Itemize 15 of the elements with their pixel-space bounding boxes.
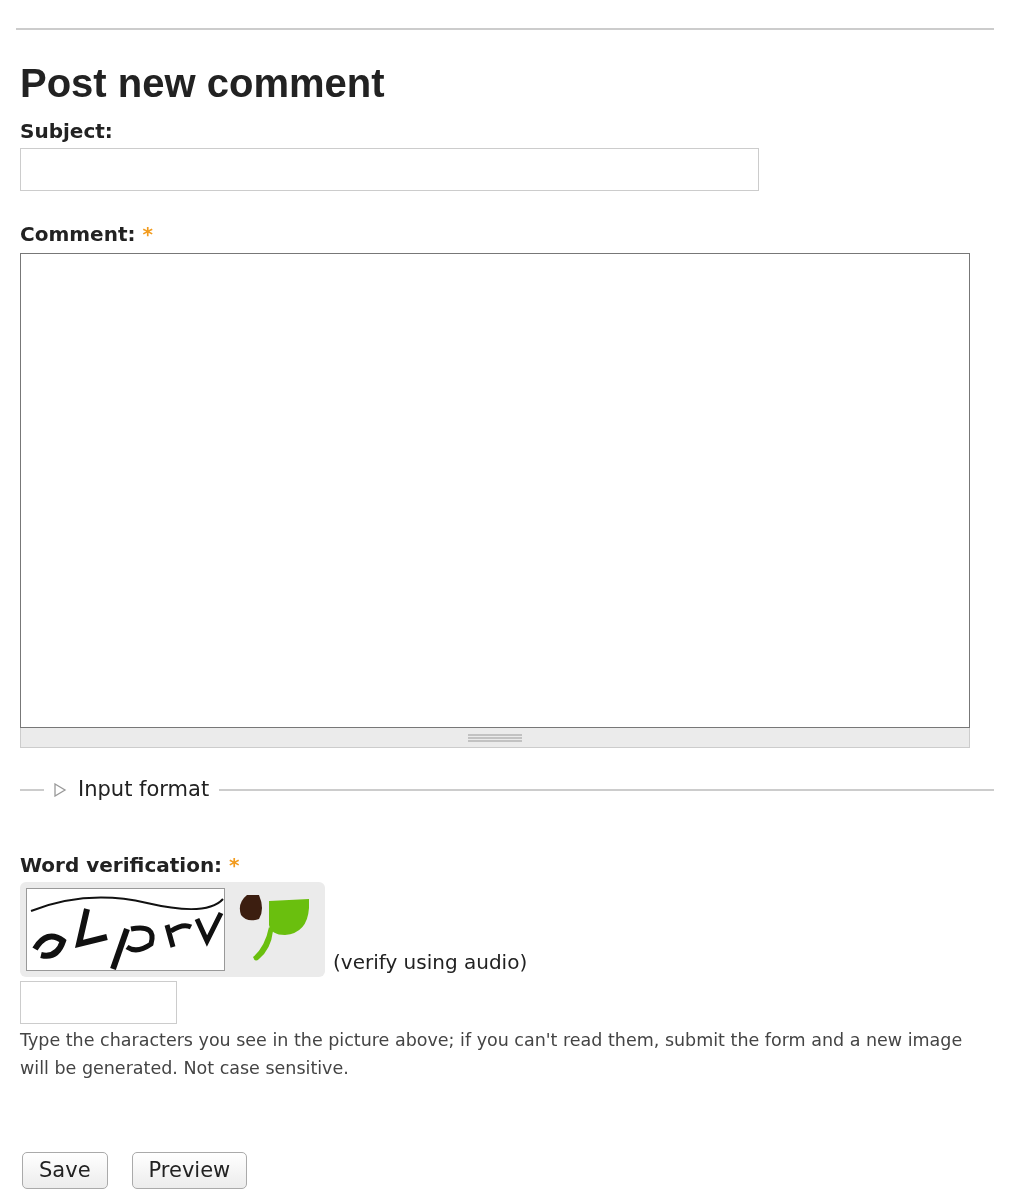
page-title: Post new comment	[20, 60, 386, 106]
fieldset-toggle[interactable]: Input format	[54, 774, 210, 806]
field-label: Comment: *	[20, 221, 154, 247]
form-button[interactable]: Preview	[131, 1151, 248, 1189]
audio-link[interactable]: (verify using audio)	[333, 946, 528, 977]
resize-handle[interactable]	[20, 728, 970, 748]
comment-field[interactable]	[20, 253, 970, 728]
required-mark: *	[142, 222, 153, 246]
form-button[interactable]: Save	[22, 1151, 108, 1189]
field-label: Subject:	[20, 118, 114, 144]
subject-field[interactable]	[20, 148, 759, 191]
help-text: Type the characters you see in the picture above; if you can't read them, submit the form and a new image will be generated. Not case sensitive.	[20, 1028, 964, 1080]
required-mark: *	[229, 852, 240, 877]
captcha-field[interactable]	[20, 980, 177, 1024]
field-label: Word verification: *	[20, 851, 241, 878]
